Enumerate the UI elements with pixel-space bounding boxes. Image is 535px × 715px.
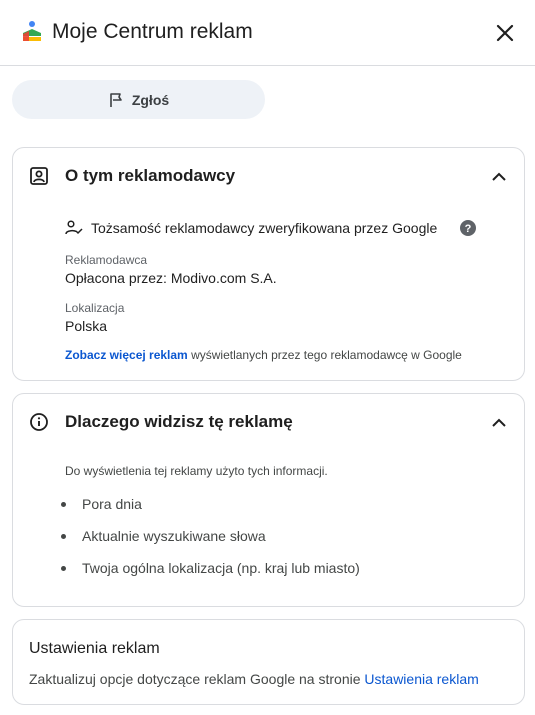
why-card: Dlaczego widzisz tę reklamę Do wyświetle… [12, 393, 525, 607]
advertiser-label: Reklamodawca [65, 253, 148, 267]
verified-user-icon [65, 220, 83, 235]
list-item: Twoja ogólna lokalizacja (np. kraj lub m… [61, 560, 360, 576]
help-icon[interactable]: ? [459, 219, 477, 237]
close-icon[interactable] [493, 21, 517, 45]
svg-text:?: ? [465, 223, 472, 235]
my-ad-center-logo-icon [23, 21, 41, 41]
ad-settings-card: Ustawienia reklam Zaktualizuj opcje doty… [12, 619, 525, 705]
header: Moje Centrum reklam [0, 0, 535, 66]
more-ads-row: Zobacz więcej reklam wyświetlanych przez… [65, 348, 462, 362]
location-label: Lokalizacja [65, 301, 125, 315]
advertiser-value: Opłacona przez: Modivo.com S.A. [65, 270, 277, 286]
advertiser-card-title: O tym reklamodawcy [65, 166, 236, 185]
advertiser-card: O tym reklamodawcy Tożsamość reklamodawc… [12, 147, 525, 381]
page-title: Moje Centrum reklam [52, 20, 253, 43]
advertiser-card-header[interactable]: O tym reklamodawcy [13, 148, 524, 204]
list-item: Pora dnia [61, 496, 142, 512]
info-icon [30, 413, 48, 431]
portrait-icon [30, 167, 48, 185]
report-button[interactable]: Zgłoś [12, 80, 265, 119]
flag-icon [110, 92, 122, 107]
location-value: Polska [65, 318, 108, 334]
list-item: Aktualnie wyszukiwane słowa [61, 528, 266, 544]
ad-settings-title: Ustawienia reklam [29, 640, 160, 657]
chevron-up-icon[interactable] [489, 413, 509, 433]
verified-row: Tożsamość reklamodawcy zweryfikowana prz… [65, 218, 437, 238]
chevron-up-icon[interactable] [489, 167, 509, 187]
ad-settings-link[interactable]: Ustawienia reklam [364, 671, 478, 687]
why-intro: Do wyświetlenia tej reklamy użyto tych i… [65, 464, 328, 478]
ad-settings-text: Zaktualizuj opcje dotyczące reklam Googl… [29, 671, 479, 687]
why-card-header[interactable]: Dlaczego widzisz tę reklamę [13, 394, 524, 450]
report-button-label: Zgłoś [131, 91, 170, 108]
why-card-title: Dlaczego widzisz tę reklamę [65, 412, 293, 431]
verified-text: Tożsamość reklamodawcy zweryfikowana prz… [91, 220, 438, 236]
more-ads-link[interactable]: Zobacz więcej reklam [65, 348, 188, 362]
more-ads-suffix: wyświetlanych przez tego reklamodawcę w … [187, 348, 462, 362]
